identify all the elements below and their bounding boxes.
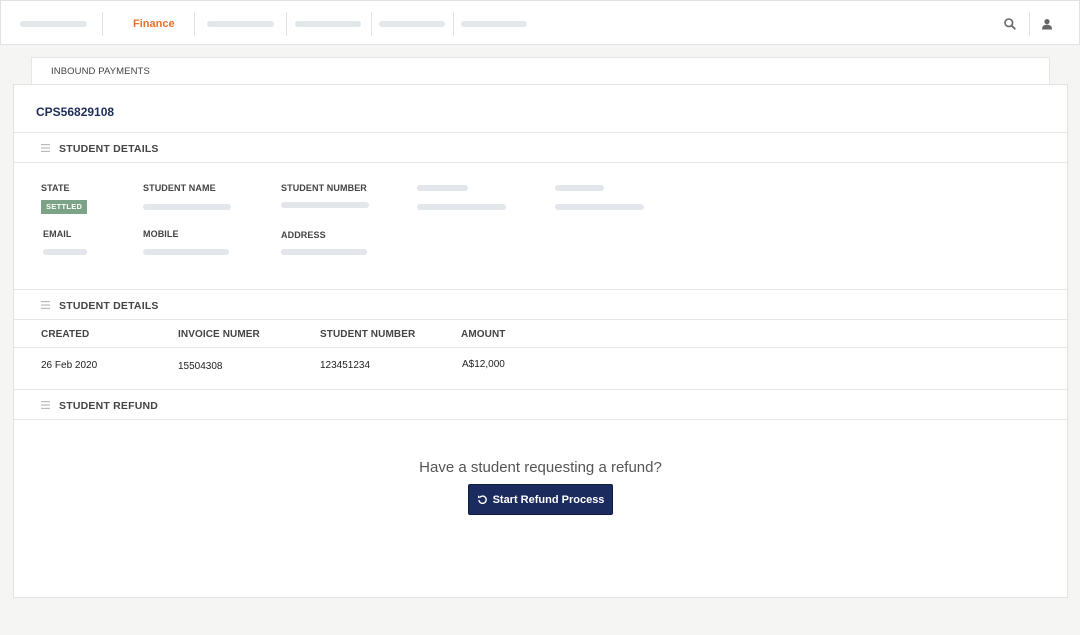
section-header-student-refund: STUDENT REFUND bbox=[14, 389, 1067, 420]
cell-student-number: 123451234 bbox=[320, 360, 371, 371]
field-value-placeholder bbox=[417, 204, 506, 210]
student-number-value-placeholder bbox=[281, 202, 369, 208]
tab-inbound-payments[interactable]: INBOUND PAYMENTS bbox=[31, 57, 1050, 84]
column-header-invoice-number: INVOICE NUMER bbox=[178, 329, 260, 340]
field-label-placeholder bbox=[417, 185, 468, 191]
payment-reference: CPS56829108 bbox=[36, 105, 115, 119]
nav-item-placeholder-2[interactable] bbox=[207, 1, 274, 46]
menu-lines-icon bbox=[41, 301, 50, 309]
cell-created: 26 Feb 2020 bbox=[41, 360, 98, 371]
status-badge: SETTLED bbox=[41, 200, 88, 214]
field-label-placeholder bbox=[555, 185, 604, 191]
column-header-student-number: STUDENT NUMBER bbox=[320, 329, 416, 340]
cell-invoice-number: 15504308 bbox=[178, 361, 223, 372]
field-value-placeholder bbox=[555, 204, 644, 210]
student-name-label: STUDENT NAME bbox=[143, 183, 216, 193]
nav-divider bbox=[102, 12, 103, 36]
section-header-student-details: STUDENT DETAILS bbox=[14, 132, 1067, 163]
section-title: STUDENT DETAILS bbox=[59, 143, 159, 155]
nav-divider bbox=[453, 12, 454, 36]
mobile-label: MOBILE bbox=[143, 229, 179, 239]
nav-divider bbox=[1029, 12, 1030, 36]
start-refund-button-label: Start Refund Process bbox=[492, 493, 605, 506]
tab-label: INBOUND PAYMENTS bbox=[51, 66, 150, 77]
section-header-invoice-details: STUDENT DETAILS bbox=[14, 289, 1067, 320]
cell-amount: A$12,000 bbox=[462, 359, 505, 370]
email-label: EMAIL bbox=[43, 229, 72, 239]
nav-item-placeholder-3[interactable] bbox=[295, 1, 361, 46]
nav-item-placeholder-1[interactable] bbox=[20, 1, 87, 46]
user-icon[interactable] bbox=[1040, 17, 1054, 31]
address-label: ADDRESS bbox=[281, 230, 326, 240]
column-header-amount: AMOUNT bbox=[461, 329, 506, 340]
student-number-label: STUDENT NUMBER bbox=[281, 183, 367, 193]
nav-item-placeholder-5[interactable] bbox=[461, 1, 527, 46]
student-name-value-placeholder bbox=[143, 204, 231, 210]
search-icon[interactable] bbox=[1003, 17, 1017, 31]
state-label: STATE bbox=[41, 183, 70, 193]
section-title: STUDENT DETAILS bbox=[59, 300, 159, 312]
menu-lines-icon bbox=[41, 401, 50, 409]
start-refund-button[interactable]: Start Refund Process bbox=[468, 484, 613, 515]
address-value-placeholder bbox=[281, 249, 367, 255]
nav-item-finance[interactable]: Finance bbox=[133, 1, 175, 46]
table-divider bbox=[14, 347, 1067, 348]
nav-divider bbox=[371, 12, 372, 36]
section-title: STUDENT REFUND bbox=[59, 400, 159, 412]
nav-divider bbox=[286, 12, 287, 36]
column-header-created: CREATED bbox=[41, 329, 90, 340]
top-navigation: Finance bbox=[0, 0, 1080, 45]
menu-lines-icon bbox=[41, 144, 50, 152]
refund-prompt: Have a student requesting a refund? bbox=[419, 459, 662, 476]
nav-divider bbox=[194, 12, 195, 36]
payment-card: CPS56829108 STUDENT DETAILS STATE SETTLE… bbox=[13, 84, 1068, 598]
undo-icon bbox=[477, 495, 487, 505]
mobile-value-placeholder bbox=[143, 249, 229, 255]
nav-item-placeholder-4[interactable] bbox=[379, 1, 445, 46]
email-value-placeholder bbox=[43, 249, 87, 255]
